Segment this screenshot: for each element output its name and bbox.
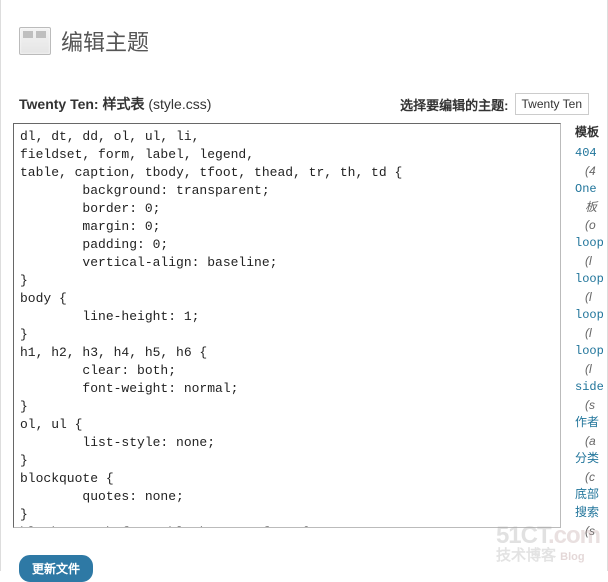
sidebar-file-sub: 板: [575, 198, 607, 216]
update-file-button[interactable]: 更新文件: [19, 555, 93, 582]
sidebar-file-sub: (c: [575, 468, 607, 486]
file-sidebar: 模板 404(4One板(oloop(lloop(lloop(lloop(lsi…: [561, 123, 607, 540]
sidebar-file-sub: (l: [575, 252, 607, 270]
theme-select[interactable]: Twenty Ten: [515, 93, 589, 115]
code-editor-textarea[interactable]: [13, 123, 561, 528]
sidebar-file-link[interactable]: 分类: [575, 450, 607, 468]
sidebar-file-link[interactable]: 搜索: [575, 504, 607, 522]
sidebar-file-link[interactable]: loop: [575, 342, 607, 360]
sidebar-file-link[interactable]: loop: [575, 234, 607, 252]
sidebar-file-link[interactable]: 404: [575, 144, 607, 162]
themes-icon: [19, 27, 51, 55]
sidebar-file-link[interactable]: 底部: [575, 486, 607, 504]
sidebar-file-link[interactable]: loop: [575, 270, 607, 288]
switch-theme-label: 选择要编辑的主题:: [400, 95, 508, 114]
sidebar-file-sub: (s: [575, 396, 607, 414]
sidebar-file-sub: (4: [575, 162, 607, 180]
sidebar-file-sub: (s: [575, 522, 607, 540]
sidebar-file-sub: (l: [575, 360, 607, 378]
sidebar-file-sub: (l: [575, 324, 607, 342]
sidebar-file-link[interactable]: loop: [575, 306, 607, 324]
sidebar-file-sub: (o: [575, 216, 607, 234]
sidebar-file-sub: (a: [575, 432, 607, 450]
sidebar-file-link[interactable]: One: [575, 180, 607, 198]
sidebar-file-sub: (l: [575, 288, 607, 306]
current-file-label: Twenty Ten: 样式表 (style.css): [19, 94, 211, 114]
sidebar-file-link[interactable]: 作者: [575, 414, 607, 432]
sidebar-file-list: 404(4One板(oloop(lloop(lloop(lloop(lside(…: [575, 144, 607, 540]
sidebar-file-link[interactable]: side: [575, 378, 607, 396]
page-title: 编辑主题: [61, 25, 149, 57]
sidebar-header-templates: 模板: [575, 123, 607, 144]
